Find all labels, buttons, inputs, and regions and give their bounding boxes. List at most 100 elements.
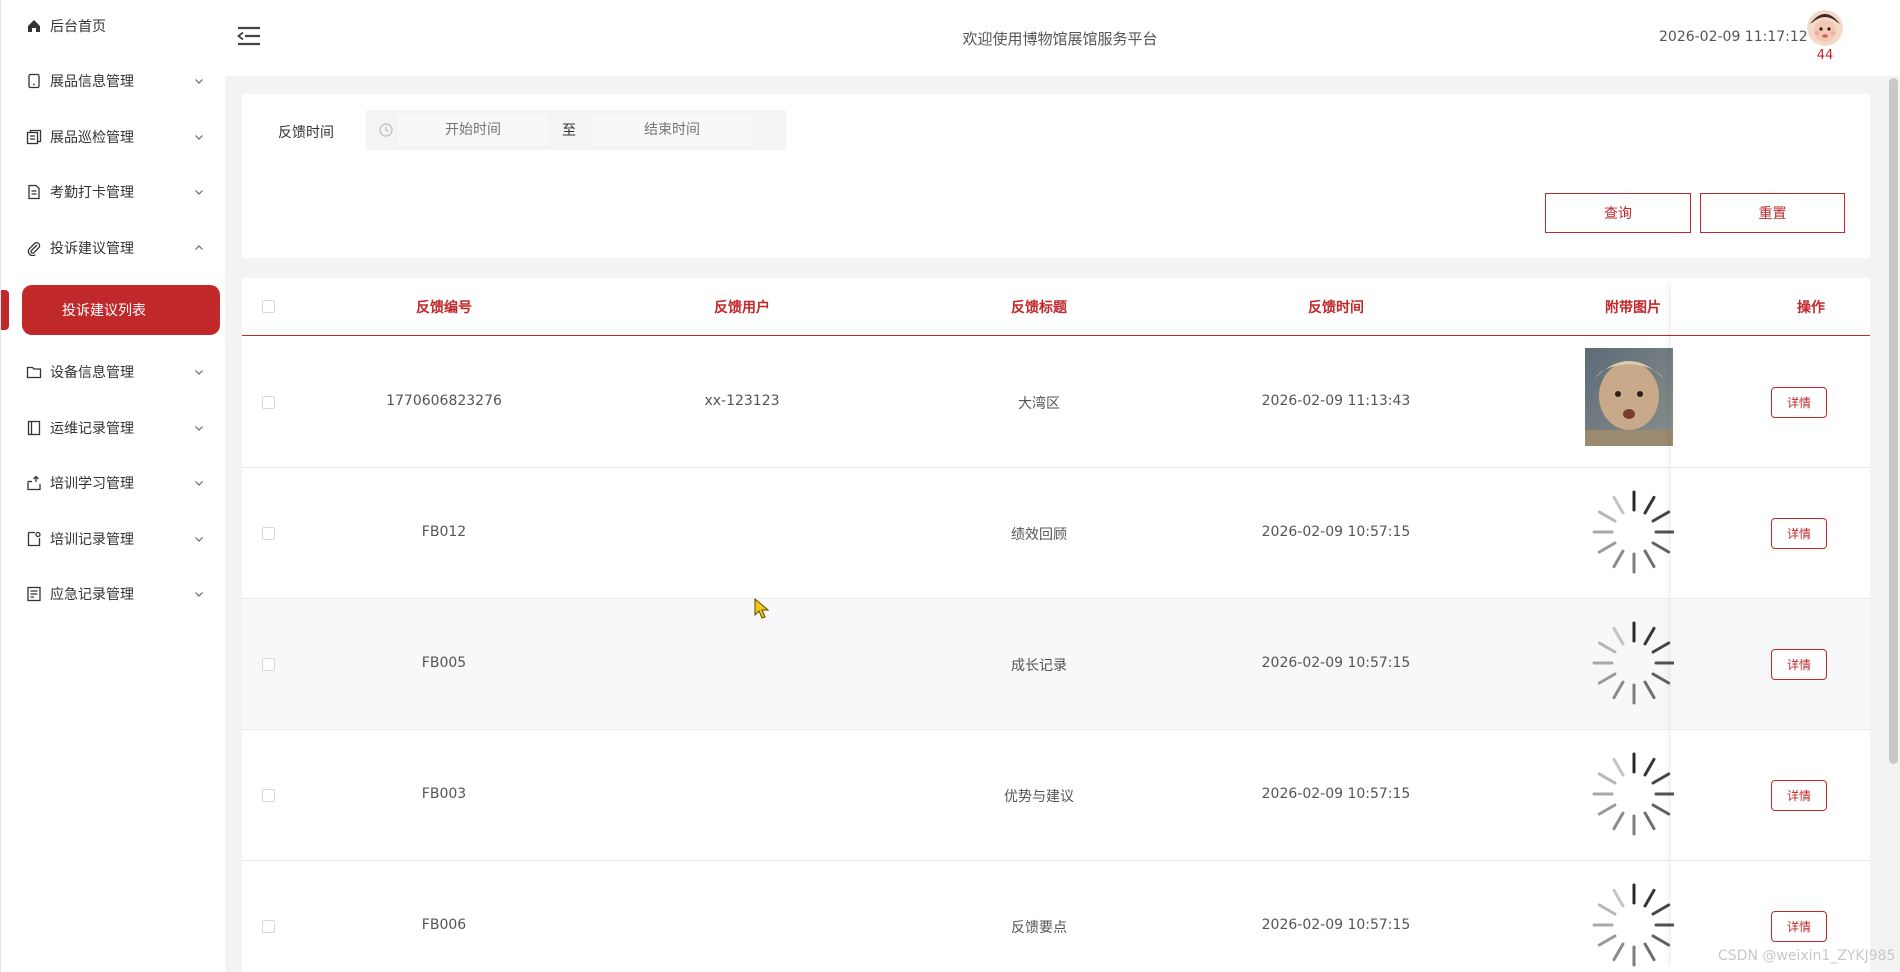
watermark: CSDN @weixin1_ZYKJ985 xyxy=(1718,948,1896,964)
feedback-id: FB003 xyxy=(421,786,467,802)
detail-button[interactable]: 详情 xyxy=(1771,649,1827,680)
paperclip-icon xyxy=(25,239,43,257)
list-icon xyxy=(25,585,43,603)
end-time-input[interactable] xyxy=(592,114,752,146)
table-row[interactable]: 1770606823276 xx-123123 大湾区 2026-02-09 1… xyxy=(242,337,1870,468)
chevron-down-icon xyxy=(193,75,205,87)
chevron-down-icon xyxy=(193,533,205,545)
row-checkbox[interactable] xyxy=(262,396,275,409)
page-title: 欢迎使用博物馆展馆服务平台 xyxy=(962,30,1158,48)
sidebar-item-label: 培训学习管理 xyxy=(50,476,134,492)
feedback-time: 2026-02-09 10:57:15 xyxy=(1261,786,1411,802)
detail-button[interactable]: 详情 xyxy=(1771,911,1827,942)
sidebar-item-emergency[interactable]: 应急记录管理 xyxy=(1,574,226,614)
fixed-action-column: 详情 详情 详情 详情 详情 xyxy=(1671,278,1870,972)
table-row[interactable]: FB006 反馈要点 2026-02-09 10:57:15 xyxy=(242,861,1870,972)
feedback-id: FB012 xyxy=(421,524,467,540)
home-icon xyxy=(25,17,43,35)
chevron-up-icon xyxy=(193,242,205,254)
feedback-title: 绩效回顾 xyxy=(1011,527,1067,543)
tablet-icon xyxy=(25,72,43,90)
sidebar-item-label: 投诉建议管理 xyxy=(50,241,134,257)
detail-button[interactable]: 详情 xyxy=(1771,387,1827,418)
feedback-id: 1770606823276 xyxy=(386,393,502,409)
sidebar-item-label: 后台首页 xyxy=(50,19,106,35)
document-icon xyxy=(25,183,43,201)
feedback-time: 2026-02-09 10:57:15 xyxy=(1261,917,1411,933)
chevron-down-icon xyxy=(193,186,205,198)
attached-image-thumbnail[interactable] xyxy=(1585,348,1673,446)
sidebar-item-label: 运维记录管理 xyxy=(50,421,134,437)
feedback-table: 反馈编号 反馈用户 反馈标题 反馈时间 附带图片 操作 177060682327… xyxy=(242,278,1870,972)
chevron-down-icon xyxy=(193,588,205,600)
sidebar-subitem-label: 投诉建议列表 xyxy=(62,303,146,319)
detail-button[interactable]: 详情 xyxy=(1771,780,1827,811)
feedback-time: 2026-02-09 11:13:43 xyxy=(1261,393,1411,409)
chevron-down-icon xyxy=(193,366,205,378)
column-header-user[interactable]: 反馈用户 xyxy=(682,297,802,317)
sidebar-item-label: 展品巡检管理 xyxy=(50,130,134,146)
feedback-title: 反馈要点 xyxy=(1011,920,1067,936)
active-indicator xyxy=(1,290,9,330)
loading-spinner-icon xyxy=(1590,750,1678,838)
column-header-time[interactable]: 反馈时间 xyxy=(1276,297,1396,317)
feedback-title: 优势与建议 xyxy=(1004,789,1074,805)
sidebar-item-label: 设备信息管理 xyxy=(50,365,134,381)
feedback-time-label: 反馈时间 xyxy=(278,125,334,141)
current-datetime: 2026-02-09 11:17:12 xyxy=(1659,29,1808,45)
sidebar: 后台首页 展品信息管理 展品巡检管理 考勤打卡管理 投诉建议管理 投诉建议列表 xyxy=(0,0,225,972)
row-checkbox[interactable] xyxy=(262,920,275,933)
notification-count: 44 xyxy=(1816,48,1834,63)
query-button[interactable]: 查询 xyxy=(1545,193,1691,233)
feedback-time: 2026-02-09 10:57:15 xyxy=(1261,524,1411,540)
sidebar-item-exhibit-inspection[interactable]: 展品巡检管理 xyxy=(1,117,226,157)
sidebar-item-exhibit-info[interactable]: 展品信息管理 xyxy=(1,61,226,101)
sidebar-item-label: 考勤打卡管理 xyxy=(50,185,134,201)
mouse-cursor-icon xyxy=(754,597,772,620)
column-header-title[interactable]: 反馈标题 xyxy=(979,297,1099,317)
sidebar-item-training-study[interactable]: 培训学习管理 xyxy=(1,463,226,503)
notebook-icon xyxy=(25,419,43,437)
chevron-down-icon xyxy=(193,131,205,143)
upload-icon xyxy=(25,474,43,492)
search-panel: 反馈时间 至 查询 重置 xyxy=(242,94,1870,258)
feedback-title: 大湾区 xyxy=(1018,396,1060,412)
top-header: 欢迎使用博物馆展馆服务平台 2026-02-09 11:17:12 44 xyxy=(225,0,1900,76)
table-row[interactable]: FB012 绩效回顾 2026-02-09 10:57:15 xyxy=(242,468,1870,599)
select-all-checkbox[interactable] xyxy=(262,300,275,313)
date-range-picker[interactable]: 至 xyxy=(366,110,786,150)
reset-button[interactable]: 重置 xyxy=(1700,193,1845,233)
row-checkbox[interactable] xyxy=(262,789,275,802)
chevron-down-icon xyxy=(193,477,205,489)
sidebar-item-home[interactable]: 后台首页 xyxy=(1,6,226,46)
feedback-title: 成长记录 xyxy=(1011,658,1067,674)
file-icon xyxy=(25,530,43,548)
feedback-user: xx-123123 xyxy=(704,393,780,409)
sidebar-item-complaints[interactable]: 投诉建议管理 xyxy=(1,228,226,268)
chevron-down-icon xyxy=(193,422,205,434)
sidebar-item-maintenance[interactable]: 运维记录管理 xyxy=(1,408,226,448)
column-header-id[interactable]: 反馈编号 xyxy=(384,297,504,317)
avatar[interactable] xyxy=(1807,10,1843,46)
table-row[interactable]: FB005 成长记录 2026-02-09 10:57:15 xyxy=(242,599,1870,730)
loading-spinner-icon xyxy=(1590,619,1678,707)
folder-icon xyxy=(25,363,43,381)
feedback-id: FB005 xyxy=(421,655,467,671)
sidebar-item-label: 应急记录管理 xyxy=(50,587,134,603)
sidebar-subitem-complaint-list[interactable]: 投诉建议列表 xyxy=(22,285,220,335)
feedback-time: 2026-02-09 10:57:15 xyxy=(1261,655,1411,671)
detail-button[interactable]: 详情 xyxy=(1771,518,1827,549)
start-time-input[interactable] xyxy=(398,114,548,146)
sidebar-item-equipment[interactable]: 设备信息管理 xyxy=(1,352,226,392)
sidebar-item-label: 培训记录管理 xyxy=(50,532,134,548)
table-header: 反馈编号 反馈用户 反馈标题 反馈时间 附带图片 操作 xyxy=(242,278,1870,336)
row-checkbox[interactable] xyxy=(262,658,275,671)
row-checkbox[interactable] xyxy=(262,527,275,540)
table-row[interactable]: FB003 优势与建议 2026-02-09 10:57:15 xyxy=(242,730,1870,861)
loading-spinner-icon xyxy=(1590,488,1678,576)
sidebar-item-label: 展品信息管理 xyxy=(50,74,134,90)
sidebar-item-training-record[interactable]: 培训记录管理 xyxy=(1,519,226,559)
sidebar-item-attendance[interactable]: 考勤打卡管理 xyxy=(1,172,226,212)
copy-icon xyxy=(25,128,43,146)
page-scrollbar-thumb[interactable] xyxy=(1889,78,1898,764)
